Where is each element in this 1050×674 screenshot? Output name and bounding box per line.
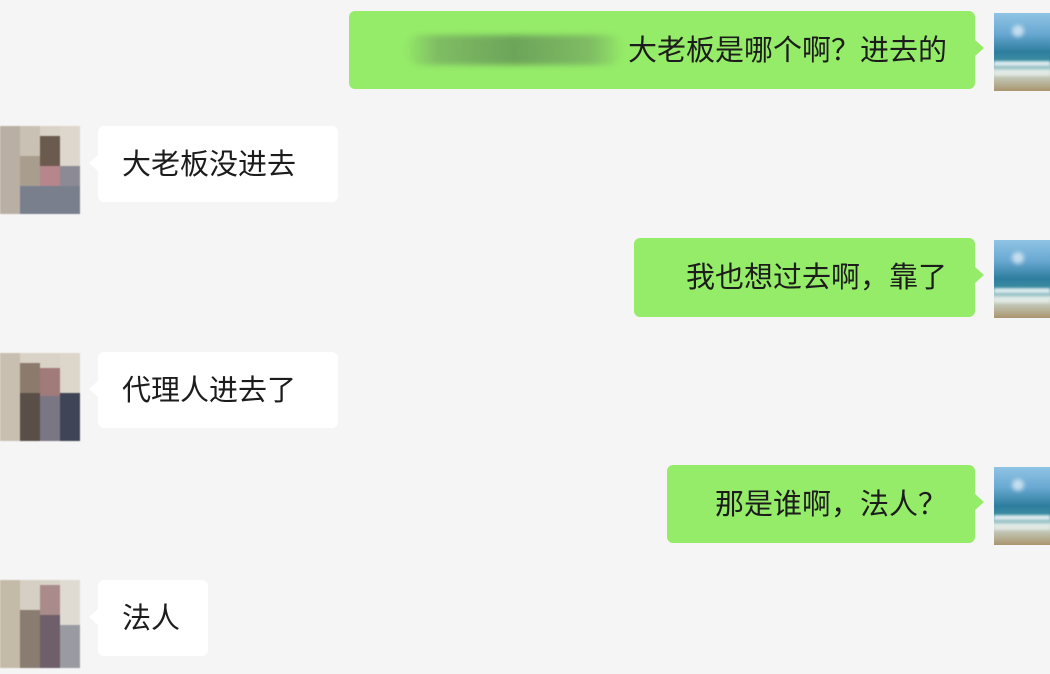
message-bubble-received[interactable]: 法人 — [89, 580, 208, 656]
message-text: 代理人进去了 — [122, 372, 297, 407]
message-bubble-sent[interactable]: 大老板是哪个啊？进去的 — [349, 11, 984, 89]
redacted-name — [403, 35, 624, 65]
message-bubble-sent[interactable]: 那是谁啊，法人？ — [667, 465, 984, 543]
message-bubble-received[interactable]: 代理人进去了 — [89, 352, 338, 428]
message-text: 法人 — [122, 600, 181, 635]
message-bubble-received[interactable]: 大老板没进去 — [89, 126, 338, 202]
self-avatar-icon[interactable] — [994, 467, 1050, 545]
chat-window: 大老板是哪个啊？进去的 大老板没进去 我也想过去啊，靠了 代理人进去了 那是谁啊… — [0, 0, 1050, 674]
other-avatar-icon[interactable] — [0, 353, 80, 441]
message-text: 我也想过去啊，靠了 — [685, 260, 947, 294]
self-avatar-icon[interactable] — [994, 240, 1050, 318]
message-text: 那是谁啊，法人？ — [714, 486, 947, 521]
message-text: 大老板没进去 — [122, 146, 297, 181]
other-avatar-icon[interactable] — [0, 580, 80, 668]
message-text: 大老板是哪个啊？进去的 — [627, 32, 947, 67]
other-avatar-icon[interactable] — [0, 126, 80, 214]
message-bubble-sent[interactable]: 我也想过去啊，靠了 — [634, 238, 984, 317]
self-avatar-icon[interactable] — [994, 13, 1050, 91]
